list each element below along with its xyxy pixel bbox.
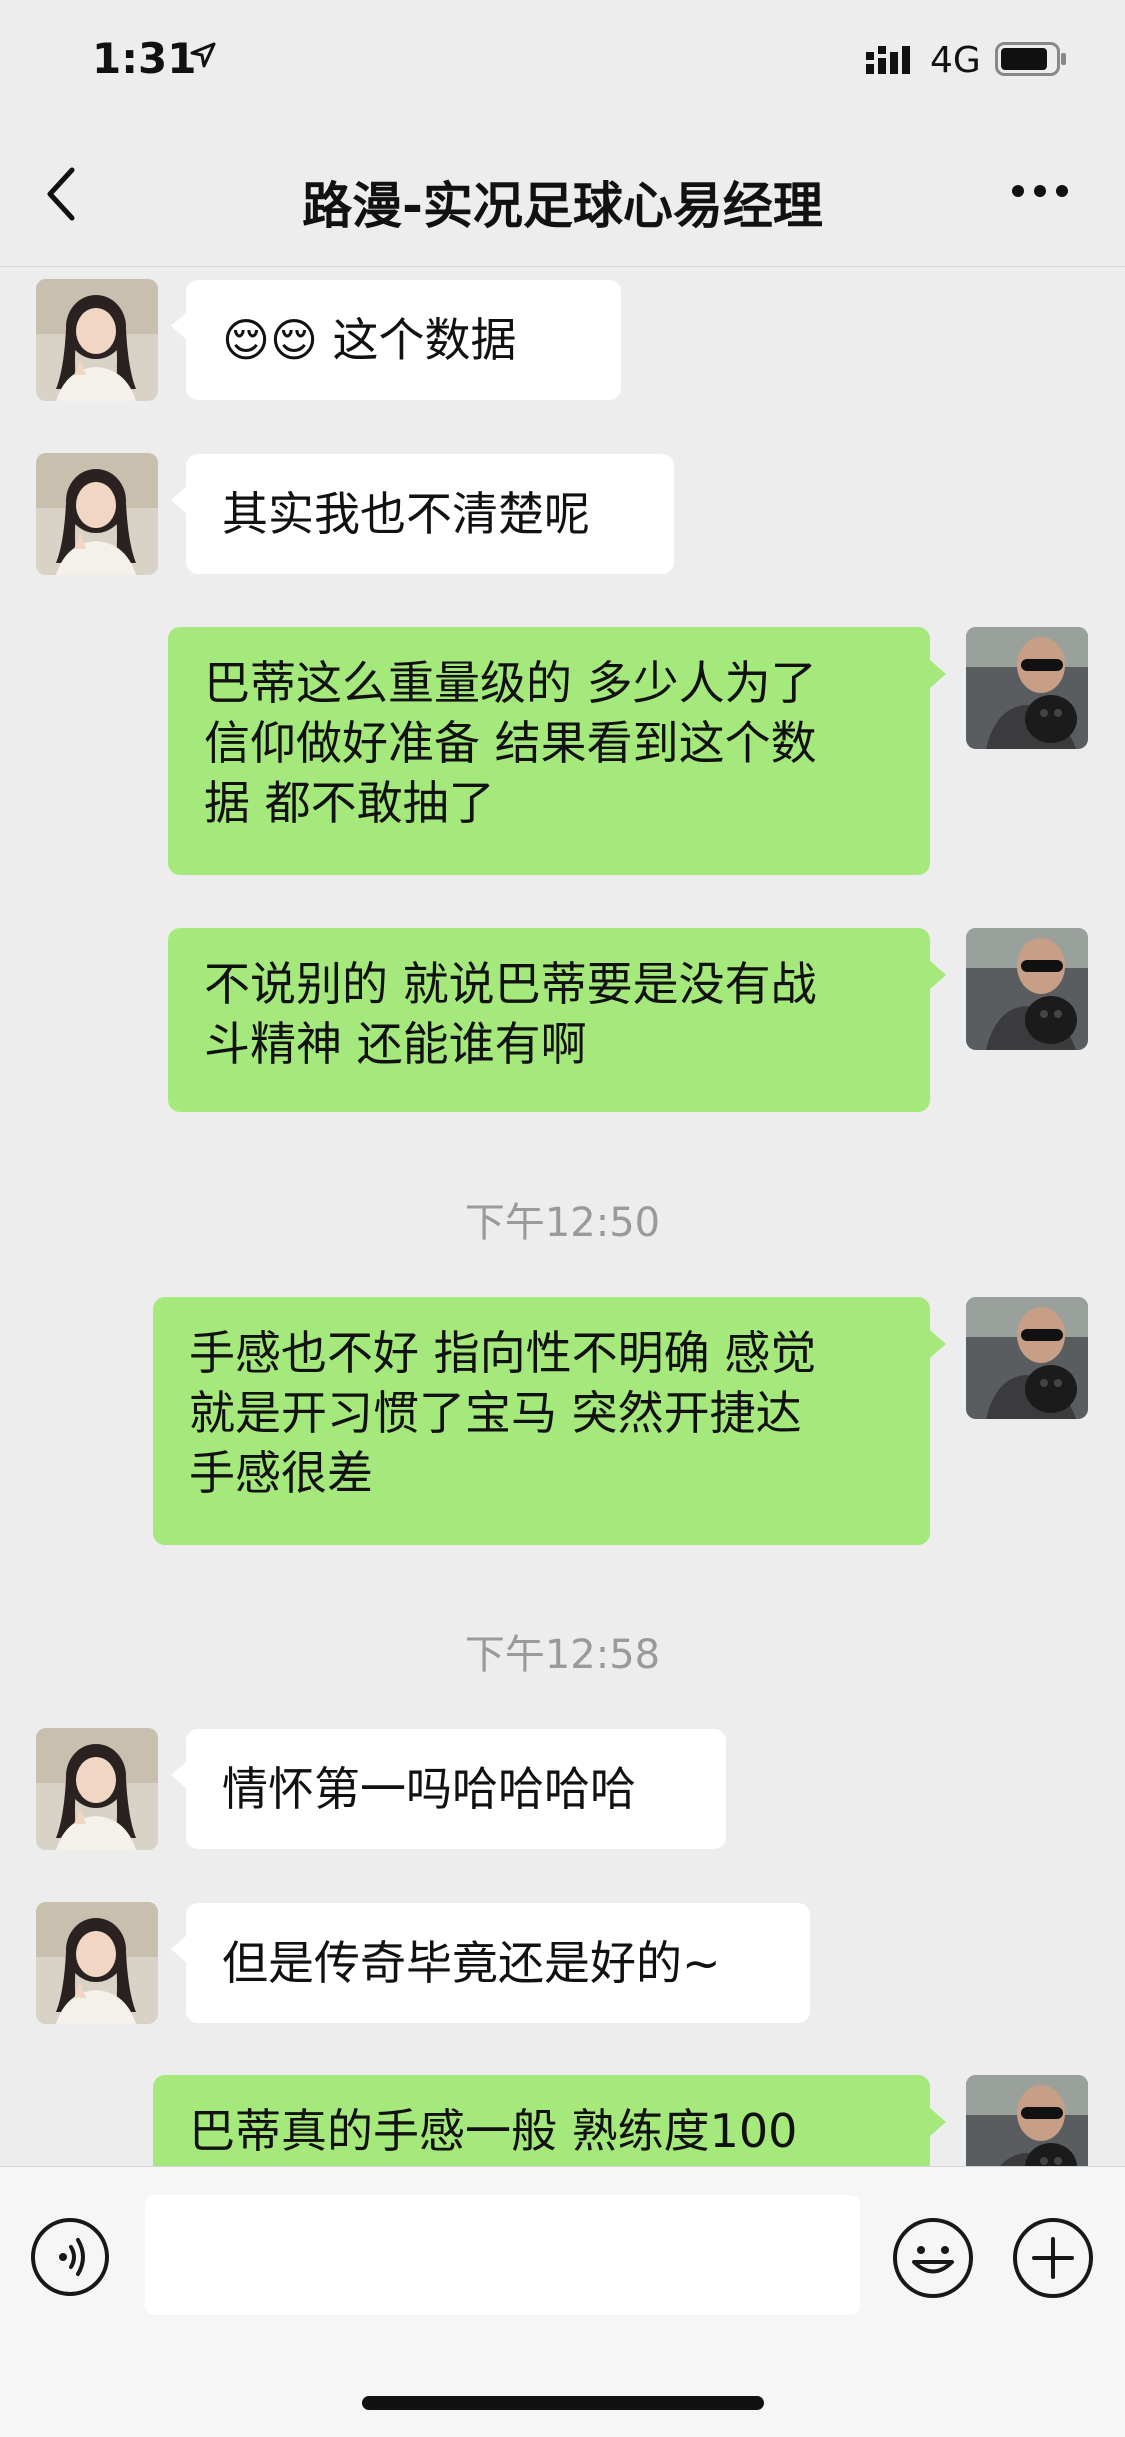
message-text-line: 斗精神 还能谁有啊 xyxy=(204,1017,587,1071)
message-text-line: 不说别的 就说巴蒂要是没有战 xyxy=(204,957,817,1011)
voice-input-icon[interactable] xyxy=(30,2217,110,2297)
my-avatar[interactable] xyxy=(966,627,1088,749)
message-text-line: 信仰做好准备 结果看到这个数 xyxy=(204,716,817,770)
signal-icon xyxy=(866,46,910,74)
network-type: 4G xyxy=(930,40,981,81)
message-bubble-incoming[interactable]: 但是传奇毕竟还是好的~ xyxy=(186,1903,810,2023)
message-text: 😌😌 这个数据 xyxy=(222,313,517,367)
status-time: 1:31 xyxy=(92,34,197,83)
timestamp: 下午12:58 xyxy=(464,1632,661,1678)
battery-icon xyxy=(995,42,1066,76)
message-text-line: 就是开习惯了宝马 突然开捷达 xyxy=(189,1386,802,1440)
home-indicator xyxy=(362,2396,764,2410)
message-text-line: 据 都不敢抽了 xyxy=(204,776,495,830)
timestamp: 下午12:50 xyxy=(464,1200,661,1246)
message-bubble-outgoing[interactable]: 巴蒂这么重量级的 多少人为了 信仰做好准备 结果看到这个数 据 都不敢抽了 xyxy=(168,627,930,875)
message-text-line: 手感很差 xyxy=(189,1446,373,1500)
message-text: 其实我也不清楚呢 xyxy=(222,487,590,541)
plus-icon[interactable] xyxy=(1012,2217,1094,2299)
chat-title: 路漫-实况足球心易经理 xyxy=(302,177,823,235)
contact-avatar[interactable] xyxy=(36,1902,158,2024)
contact-avatar[interactable] xyxy=(36,1728,158,1850)
message-bubble-incoming[interactable]: 其实我也不清楚呢 xyxy=(186,454,674,574)
status-bar: 1:31 4G xyxy=(0,0,1125,120)
nav-bar: 路漫-实况足球心易经理 xyxy=(0,120,1125,267)
contact-avatar[interactable] xyxy=(36,453,158,575)
more-options-icon[interactable] xyxy=(1010,176,1070,206)
message-text: 情怀第一吗哈哈哈哈 xyxy=(222,1762,636,1816)
message-bubble-incoming[interactable]: 情怀第一吗哈哈哈哈 xyxy=(186,1729,726,1849)
message-text-line: 手感也不好 指向性不明确 感觉 xyxy=(189,1326,817,1380)
message-bubble-incoming[interactable]: 😌😌 这个数据 xyxy=(186,280,621,400)
emoji-icon[interactable] xyxy=(892,2217,974,2299)
my-avatar[interactable] xyxy=(966,1297,1088,1419)
chat-messages[interactable]: 😌😌 这个数据 其实我也不清楚呢 巴蒂这么重量级的 多少人为了 信仰做好准备 结… xyxy=(0,267,1125,2167)
message-bubble-outgoing[interactable]: 不说别的 就说巴蒂要是没有战 斗精神 还能谁有啊 xyxy=(168,928,930,1112)
my-avatar[interactable] xyxy=(966,2075,1088,2167)
location-arrow-icon xyxy=(190,42,216,68)
contact-avatar[interactable] xyxy=(36,279,158,401)
message-input[interactable] xyxy=(145,2195,860,2315)
message-bubble-outgoing[interactable]: 手感也不好 指向性不明确 感觉 就是开习惯了宝马 突然开捷达 手感很差 xyxy=(153,1297,930,1545)
message-text: 但是传奇毕竟还是好的~ xyxy=(222,1936,721,1990)
message-text-line: 巴蒂这么重量级的 多少人为了 xyxy=(204,656,817,710)
my-avatar[interactable] xyxy=(966,928,1088,1050)
message-text-line: 巴蒂真的手感一般 熟练度100 xyxy=(189,2104,798,2158)
message-bubble-outgoing[interactable]: 巴蒂真的手感一般 熟练度100 xyxy=(153,2075,930,2167)
